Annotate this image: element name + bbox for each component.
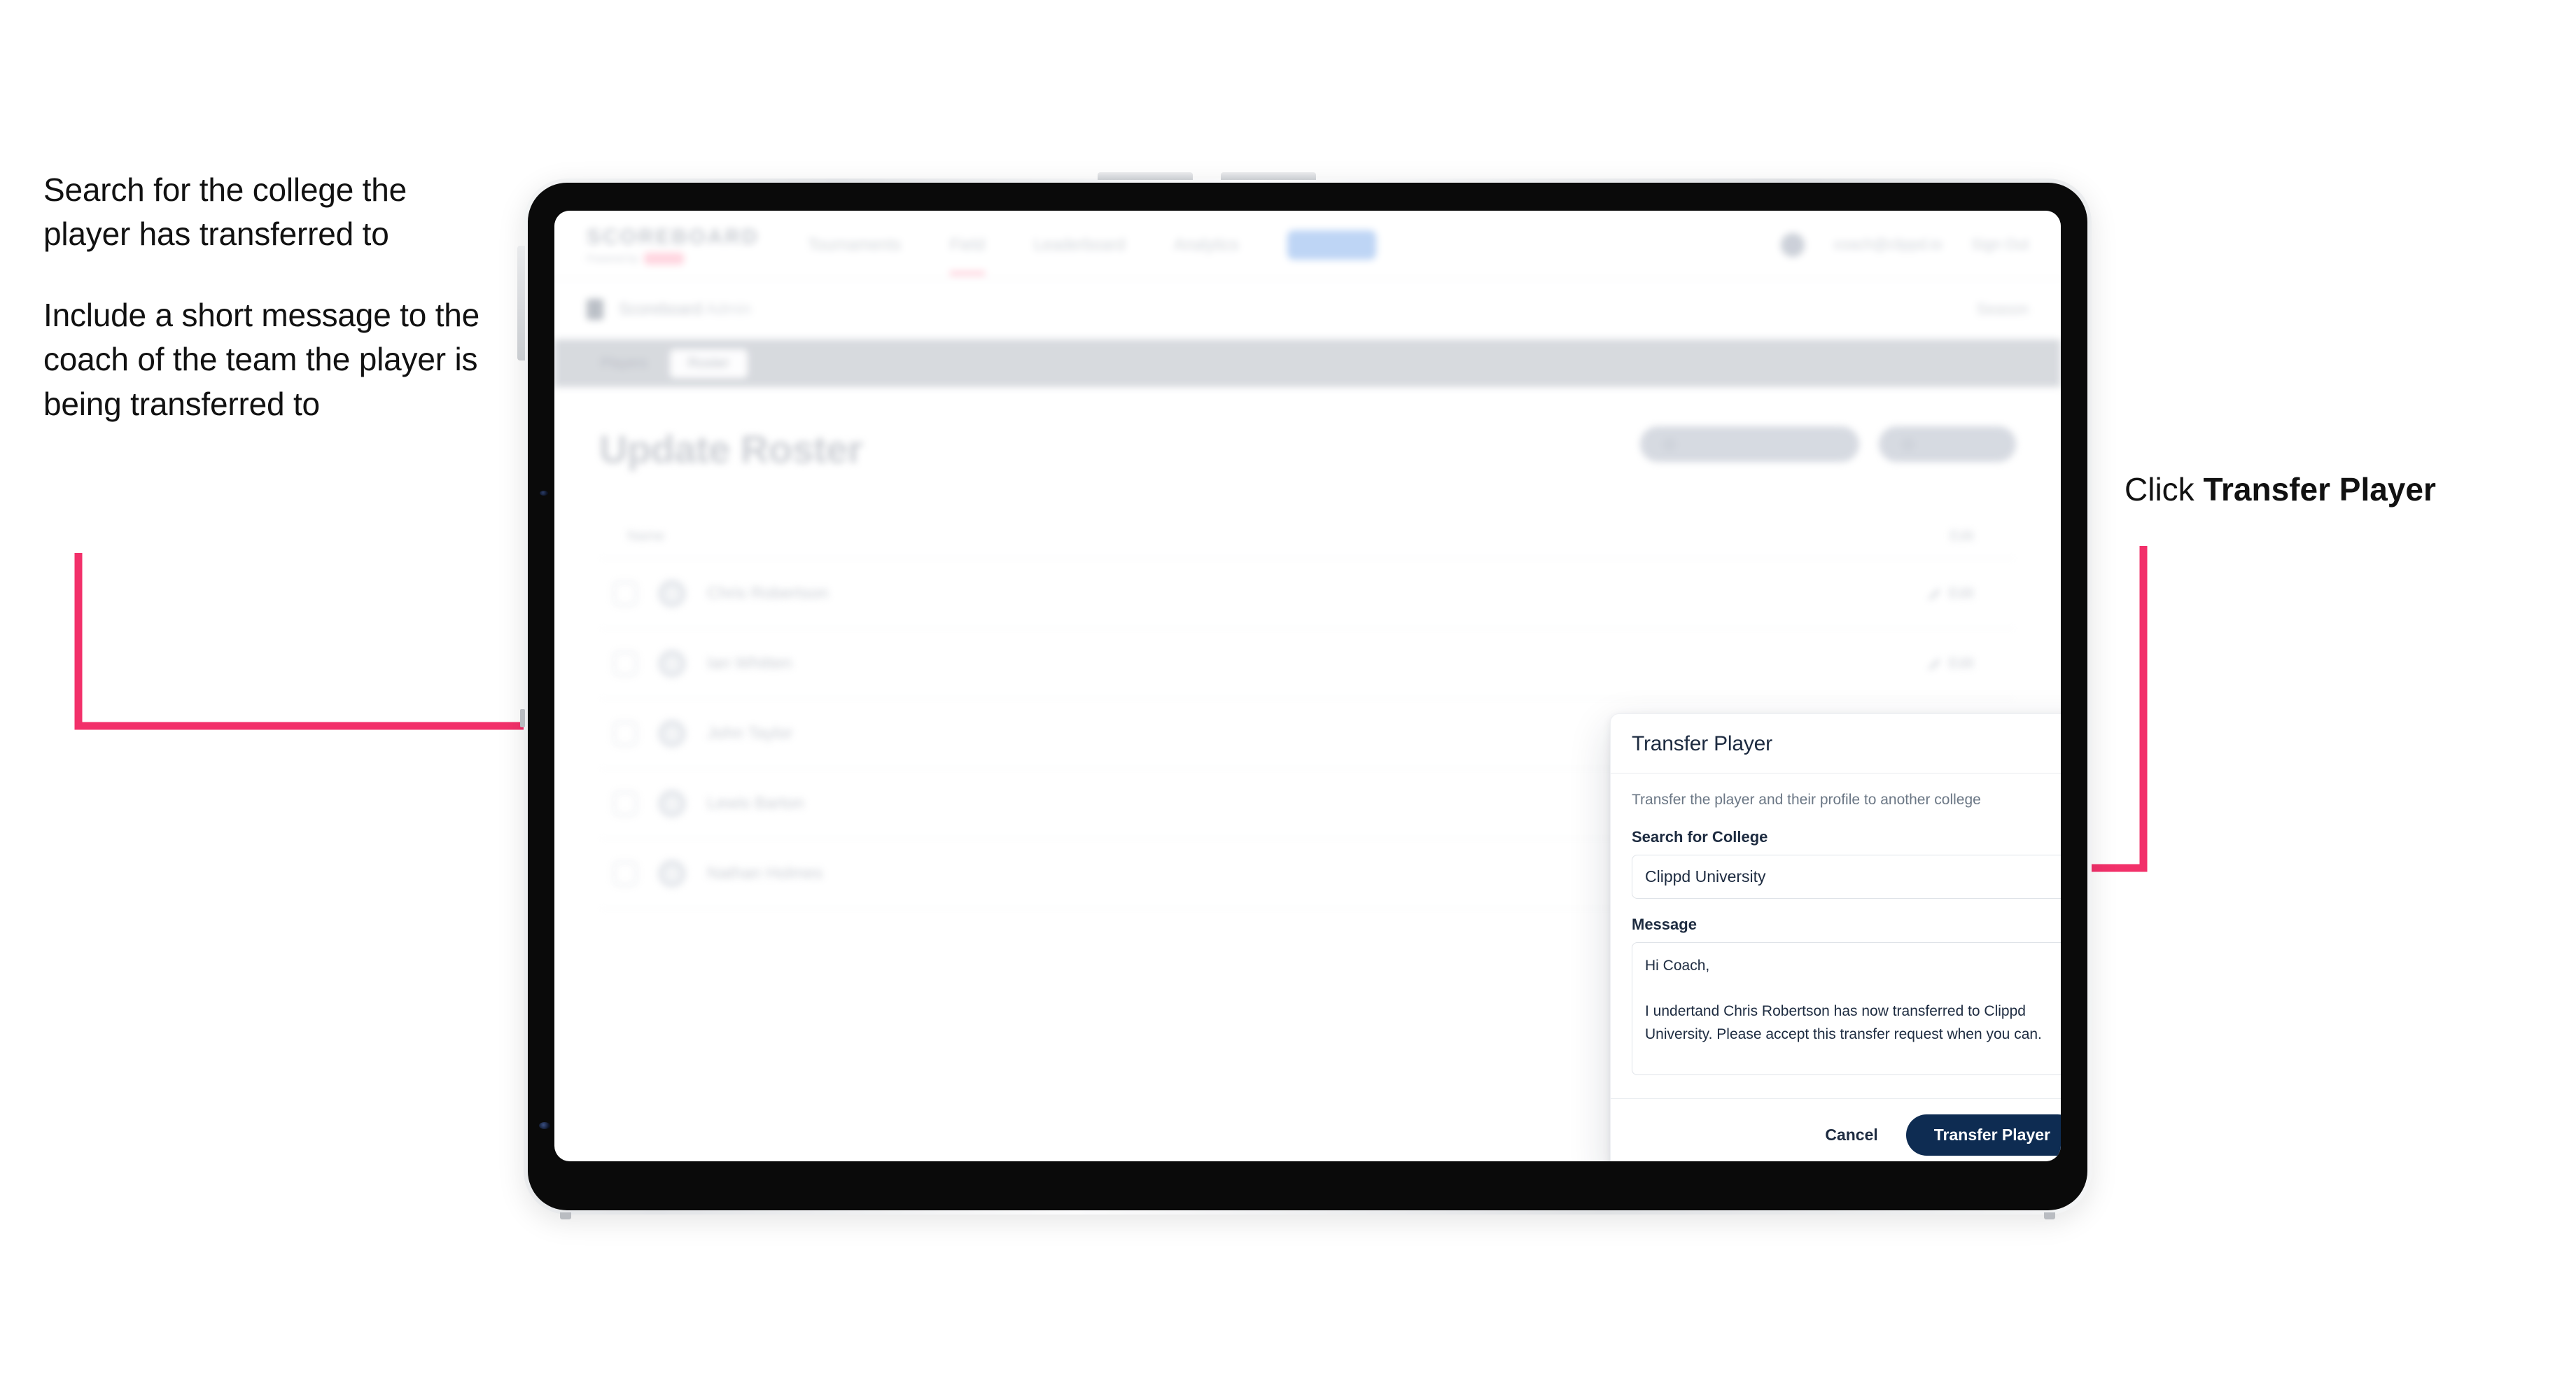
tab-players[interactable]: Players	[582, 349, 666, 378]
avatar[interactable]	[1780, 232, 1805, 257]
table-row[interactable]: Chris Robertson Edit	[599, 559, 2016, 629]
player-name: Chris Robertson	[707, 583, 829, 603]
player-name: John Taylor	[707, 723, 793, 743]
cancel-button[interactable]: Cancel	[1818, 1120, 1884, 1150]
row-left: Ian Whitten	[599, 649, 1392, 678]
side-connector	[520, 709, 525, 727]
tablet-bezel: SCOREBOARD Powered by Clippd Tournaments…	[528, 183, 2087, 1210]
breadcrumb-text: Scoreboard Admin	[619, 300, 751, 318]
modal-title: Transfer Player	[1632, 732, 1772, 755]
add-player-button[interactable]: Add Player	[1879, 426, 2016, 462]
field-spacer	[1632, 899, 2061, 916]
row-checkbox[interactable]	[613, 861, 637, 886]
breadcrumb-main: Scoreboard	[619, 300, 702, 318]
player-avatar	[658, 789, 686, 818]
column-header-edit: Edit	[1949, 528, 1974, 544]
logo-brand-pill: Clippd	[643, 252, 684, 265]
page-actions: Request Player Transfer Add Player	[1639, 426, 2016, 462]
message-textarea[interactable]: Hi Coach, I undertand Chris Robertson ha…	[1632, 942, 2061, 1075]
app-tabs: Players Roster	[554, 340, 2061, 387]
nav-item-field[interactable]: Field	[949, 235, 985, 275]
volume-down-button[interactable]	[1221, 172, 1316, 180]
nav-item-analytics[interactable]: Analytics	[1174, 235, 1238, 254]
row-actions: Edit	[1392, 655, 2016, 672]
nav-items: Tournaments Field Leaderboard Analytics …	[808, 230, 1376, 275]
nav-item-tournaments[interactable]: Tournaments	[808, 235, 901, 254]
screenshot-canvas: Search for the college the player has tr…	[0, 0, 2576, 1386]
front-camera-icon	[540, 491, 548, 496]
modal-header: Transfer Player ✕	[1611, 714, 2061, 774]
request-player-transfer-label: Request Player Transfer	[1684, 436, 1836, 451]
sensor-icon	[539, 1122, 550, 1129]
edit-link[interactable]: Edit	[1949, 585, 1974, 602]
app-navbar: SCOREBOARD Powered by Clippd Tournaments…	[554, 211, 2061, 279]
breadcrumb-season[interactable]: Season	[1976, 300, 2029, 318]
add-player-label: Add Player	[1924, 436, 1992, 451]
transfer-icon	[1663, 438, 1675, 450]
message-field-label: Message	[1632, 916, 1697, 933]
modal-subtitle: Transfer the player and their profile to…	[1632, 792, 1981, 808]
volume-up-button[interactable]	[1098, 172, 1193, 180]
app-logo[interactable]: SCOREBOARD Powered by Clippd	[587, 225, 762, 265]
nav-item-leaderboard[interactable]: Leaderboard	[1034, 235, 1125, 254]
row-checkbox[interactable]	[613, 651, 637, 676]
request-player-transfer-button[interactable]: Request Player Transfer	[1639, 426, 1860, 462]
player-name: Nathan Holmes	[707, 863, 823, 883]
breadcrumb-muted: Admin	[706, 300, 752, 318]
pencil-icon	[1927, 659, 1940, 670]
modal-footer: Cancel Transfer Player	[1611, 1098, 2061, 1161]
row-checkbox[interactable]	[613, 721, 637, 746]
annotation-left-line-1: Search for the college the player has tr…	[43, 172, 407, 253]
search-college-input[interactable]	[1632, 855, 2061, 899]
row-checkbox[interactable]	[613, 581, 637, 606]
player-name: Lewis Barton	[707, 793, 804, 813]
transfer-player-modal: Transfer Player ✕ Transfer the player an…	[1610, 713, 2061, 1161]
player-name: Ian Whitten	[707, 653, 792, 673]
user-email: coach@clippd.io	[1833, 236, 1942, 253]
tab-roster[interactable]: Roster	[669, 349, 748, 378]
row-left: Nathan Holmes	[599, 859, 1392, 888]
logo-powered-by: Powered by	[587, 253, 638, 264]
modal-body: Transfer the player and their profile to…	[1611, 774, 2061, 1098]
annotation-right-bold: Transfer Player	[2203, 471, 2436, 507]
player-avatar	[658, 719, 686, 748]
row-left: Chris Robertson	[599, 579, 1392, 608]
nav-user-area: coach@clippd.io Sign Out	[1780, 232, 2029, 257]
player-avatar	[658, 649, 686, 678]
tablet-device: SCOREBOARD Powered by Clippd Tournaments…	[517, 172, 2092, 1219]
plus-icon	[1903, 438, 1914, 450]
transfer-player-button[interactable]: Transfer Player	[1905, 1114, 2061, 1156]
tablet-screen: SCOREBOARD Powered by Clippd Tournaments…	[554, 211, 2061, 1161]
logo-subline: Powered by Clippd	[587, 252, 762, 265]
power-button[interactable]	[517, 246, 525, 360]
row-checkbox[interactable]	[613, 791, 637, 816]
row-left: Lewis Barton	[599, 789, 1392, 818]
college-field-label: Search for College	[1632, 828, 1768, 846]
row-actions: Edit	[1392, 585, 2016, 602]
close-icon[interactable]: ✕	[2059, 732, 2062, 756]
player-avatar	[658, 579, 686, 608]
annotation-left: Search for the college the player has tr…	[43, 168, 491, 426]
player-avatar	[658, 859, 686, 888]
breadcrumb: Scoreboard Admin Season	[554, 279, 2061, 340]
logo-wordmark: SCOREBOARD	[587, 225, 760, 248]
table-row[interactable]: Ian Whitten Edit	[599, 629, 2016, 699]
speaker-grill-right	[2044, 1212, 2055, 1219]
table-header-row: Name Edit	[599, 515, 2016, 559]
nav-upload-button[interactable]: Upload	[1287, 230, 1376, 260]
column-header-name: Name	[627, 528, 665, 544]
annotation-right: Click Transfer Player	[2124, 469, 2436, 511]
pencil-icon	[1927, 589, 1940, 600]
edit-link[interactable]: Edit	[1949, 655, 1974, 672]
trophy-icon	[587, 298, 603, 320]
speaker-grill-left	[560, 1212, 571, 1219]
annotation-left-line-2: Include a short message to the coach of …	[43, 296, 480, 422]
sign-out-link[interactable]: Sign Out	[1971, 237, 2029, 253]
row-left: John Taylor	[599, 719, 1392, 748]
annotation-right-prefix: Click	[2124, 471, 2204, 507]
